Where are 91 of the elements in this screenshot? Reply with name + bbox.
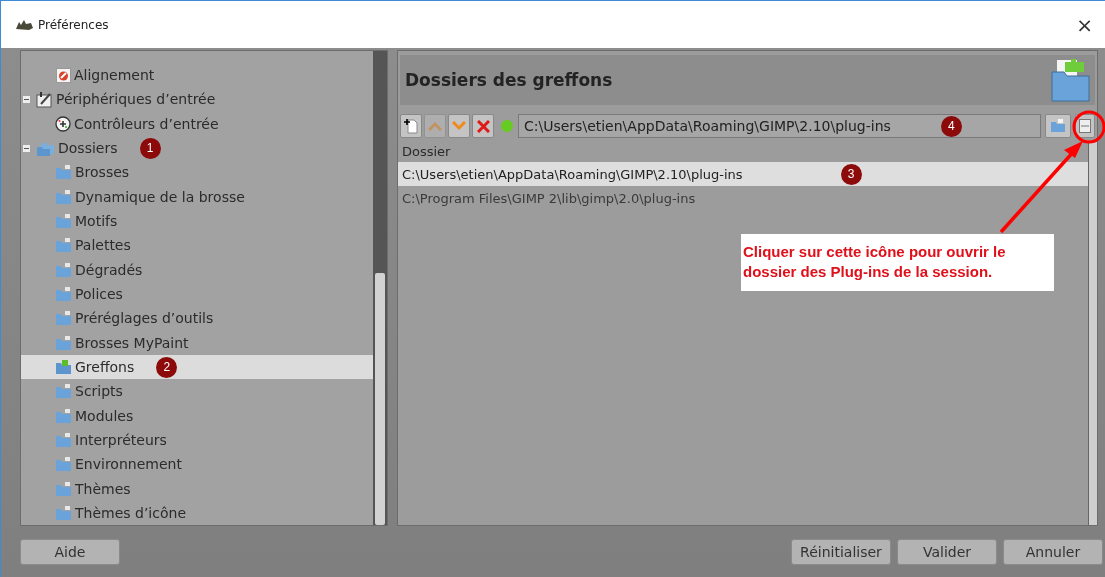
tree-item[interactable]: Polices (21, 281, 373, 307)
tree-item[interactable]: Alignement (21, 63, 373, 88)
folder-icon (55, 286, 72, 303)
tree-label: Greffons (75, 359, 135, 376)
tree-label: Dynamique de la brosse (75, 188, 245, 205)
callout-note: Cliquer sur cette icône pour ouvrir le dossier des Plug-ins de la session. (741, 234, 1054, 291)
expander-icon[interactable] (23, 96, 30, 103)
tree-label: Polices (75, 286, 123, 303)
folder-icon (55, 334, 72, 351)
step-badge: 1 (139, 137, 161, 159)
folder-icon (55, 383, 72, 400)
tree-label: Thèmes d’icône (75, 505, 186, 522)
folder-icon (55, 480, 72, 497)
new-folder-button[interactable] (400, 114, 422, 138)
folder-icon (55, 407, 72, 424)
folder-icon (55, 359, 72, 376)
section-title: Dossiers des greffons (405, 70, 613, 90)
folder-path: C:\Program Files\GIMP 2\lib\gimp\2.0\plug-ins (402, 190, 696, 206)
tree-label: Brosses MyPaint (75, 334, 189, 351)
tree-label: Thèmes (75, 480, 131, 497)
tree-item[interactable]: Brosses (21, 160, 373, 185)
tree-label: Contrôleurs d’entrée (74, 115, 219, 132)
alignment-icon (56, 67, 71, 83)
tree-label: Motifs (75, 213, 118, 230)
tree-label: Modules (75, 407, 134, 424)
dialog-button[interactable]: Annuler (1003, 538, 1103, 565)
step-badge: 2 (156, 356, 178, 378)
tree-item[interactable]: Brosses MyPaint (21, 330, 373, 355)
step-badge: 4 (940, 115, 962, 137)
tree-label: Environnement (75, 456, 182, 473)
tree-item[interactable]: Dynamique de la brosse (21, 184, 373, 209)
tree-label: Brosses (75, 164, 130, 181)
tree-label: Palettes (75, 237, 131, 254)
folder-icon (55, 188, 72, 205)
tree-item[interactable]: Palettes (21, 233, 373, 258)
tree-label: Périphériques d’entrée (56, 91, 216, 108)
tree-item[interactable]: Dégradés (21, 257, 373, 282)
tree-item[interactable]: Modules (21, 403, 373, 428)
tree-label: Dégradés (75, 261, 143, 278)
tree-label: Interpréteurs (75, 432, 167, 449)
chevron-up-icon (428, 121, 442, 131)
folder-icon (55, 456, 72, 473)
step-badge: 3 (840, 163, 862, 185)
expander-icon[interactable] (23, 144, 30, 152)
folder-row[interactable]: C:\Program Files\GIMP 2\lib\gimp\2.0\plug-ins (398, 186, 1088, 210)
window-title: Préférences (38, 17, 109, 32)
tree-item[interactable]: Thèmes d’icône (21, 500, 373, 525)
controller-icon (55, 115, 71, 132)
tree-item[interactable]: Dossiers 1 (21, 136, 373, 161)
folder-icon (1050, 119, 1066, 133)
tree-label: Scripts (75, 383, 123, 400)
delete-button[interactable] (472, 114, 494, 138)
folder-path: C:\Users\etien\AppData\Roaming\GIMP\2.10\plug-ins (402, 166, 743, 182)
tree-item[interactable]: Greffons 2 (21, 354, 373, 380)
path-field[interactable]: C:\Users\etien\AppData\Roaming\GIMP\2.10\plug-ins 4 (518, 114, 1041, 138)
tree-label: Préréglages d’outils (75, 310, 214, 327)
tablet-icon (36, 91, 53, 108)
folder-row[interactable]: C:\Users\etien\AppData\Roaming\GIMP\2.10\plug-ins 3 (398, 162, 1088, 186)
tree-item[interactable]: Motifs (21, 208, 373, 234)
column-header[interactable]: Dossier (398, 142, 1088, 162)
tree-label: Alignement (74, 67, 155, 84)
delete-icon (476, 119, 490, 133)
folder-icon (55, 261, 72, 278)
folders-icon (36, 140, 55, 157)
folder-icon (55, 310, 72, 327)
folder-icon (55, 213, 72, 230)
tree-item[interactable]: Scripts (21, 379, 373, 404)
tree-label: Dossiers (58, 140, 118, 157)
tree-item[interactable]: Thèmes (21, 476, 373, 501)
move-down-button[interactable] (448, 114, 470, 138)
chevron-down-icon (452, 121, 466, 131)
folder-icon (55, 164, 72, 181)
scrollbar[interactable] (1088, 142, 1097, 525)
new-page-icon (404, 118, 418, 134)
browse-folder-button[interactable] (1045, 114, 1071, 138)
scrollbar[interactable] (373, 51, 387, 525)
close-button[interactable]: × (1072, 12, 1097, 37)
tree-item[interactable]: Préréglages d’outils (21, 306, 373, 331)
folder-icon (1051, 58, 1091, 102)
tree-item[interactable]: Interpréteurs (21, 427, 373, 453)
scrollbar-thumb[interactable] (375, 273, 385, 525)
dialog-button[interactable]: Valider (897, 538, 997, 565)
file-cabinet-icon (1079, 119, 1091, 133)
folder-icon (55, 505, 72, 522)
dialog-button[interactable]: Réinitialiser (791, 538, 891, 565)
folder-icon (55, 432, 72, 449)
help-button[interactable]: Aide (20, 538, 120, 565)
folder-icon (55, 237, 72, 254)
tree-item[interactable]: Périphériques d’entrée (21, 87, 373, 112)
tree-item[interactable]: Contrôleurs d’entrée (21, 111, 373, 136)
tree-item[interactable]: Environnement (21, 452, 373, 477)
